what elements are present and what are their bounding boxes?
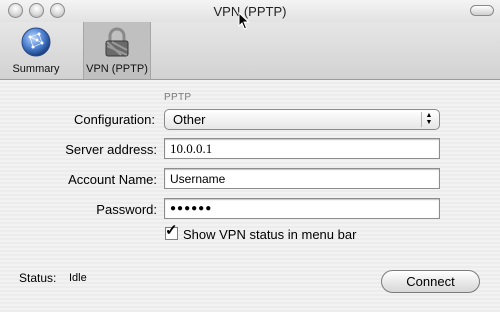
password-label: Password:: [96, 202, 157, 217]
connect-button[interactable]: Connect: [381, 270, 480, 293]
account-name-label: Account Name:: [68, 172, 157, 187]
configuration-select[interactable]: Other ▲ ▼: [164, 109, 440, 130]
toolbar-item-summary[interactable]: Summary: [0, 22, 72, 79]
toolbar: Summary VPN (PPTP): [0, 22, 500, 80]
toolbar-label-vpn-pptp: VPN (PPTP): [86, 63, 148, 75]
vpn-window: VPN (PPTP) Summary VPN (PPTP) PPTP Confi…: [0, 0, 500, 312]
status-value: Idle: [69, 272, 87, 284]
server-address-label: Server address:: [65, 142, 157, 157]
checkmark-icon: ✓: [165, 222, 178, 239]
title-bar: VPN (PPTP): [0, 0, 500, 22]
account-name-input[interactable]: Username: [164, 168, 440, 189]
network-globe-icon: [21, 27, 51, 57]
password-input[interactable]: ●●●●●●: [164, 198, 440, 219]
window-title: VPN (PPTP): [213, 4, 287, 19]
show-vpn-status-label: Show VPN status in menu bar: [183, 227, 357, 242]
configuration-label: Configuration:: [74, 112, 155, 127]
configuration-value: Other: [173, 112, 206, 127]
toolbar-label-summary: Summary: [12, 63, 60, 75]
server-address-input[interactable]: 10.0.0.1: [164, 138, 440, 159]
mouse-pointer-icon: [238, 12, 250, 30]
toolbar-item-vpn-pptp[interactable]: VPN (PPTP): [83, 22, 151, 79]
show-vpn-status-checkbox[interactable]: ✓: [165, 222, 178, 240]
up-down-arrows-icon: ▲ ▼: [421, 112, 436, 127]
lock-icon: [105, 27, 129, 57]
status-label: Status:: [19, 271, 57, 285]
section-title: PPTP: [164, 92, 192, 103]
toolbar-toggle-button[interactable]: [470, 5, 494, 16]
